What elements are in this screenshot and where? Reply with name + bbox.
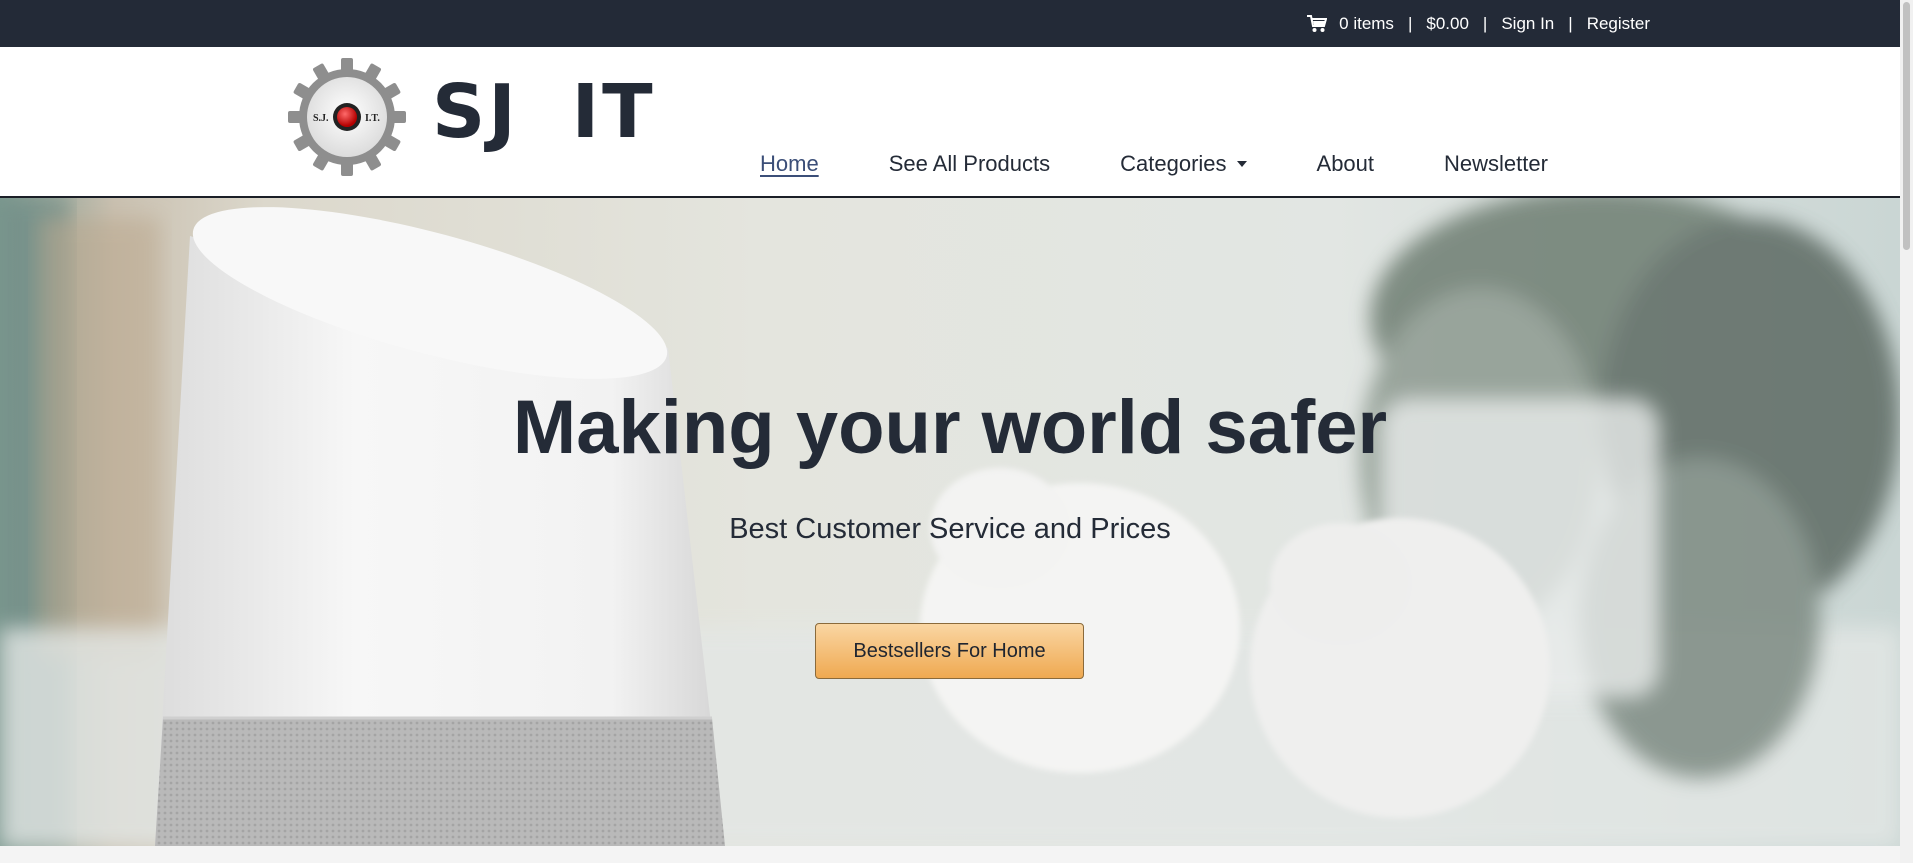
nav-newsletter[interactable]: Newsletter <box>1444 151 1548 177</box>
logo-text-right: I.T. <box>365 113 380 124</box>
hero-subtitle: Best Customer Service and Prices <box>729 513 1171 545</box>
nav-see-all-products-label: See All Products <box>888 151 1051 176</box>
separator: | <box>1568 13 1573 33</box>
hero-banner: Making your world safer Best Customer Se… <box>0 198 1900 846</box>
register-link[interactable]: Register <box>1587 14 1650 34</box>
hero-title: Making your world safer <box>512 385 1388 470</box>
page-scrollbar[interactable] <box>1900 0 1913 863</box>
brand-name[interactable]: SJ IT <box>432 69 656 155</box>
separator: | <box>1407 13 1413 33</box>
site-logo[interactable]: S.J. I.T. <box>287 57 407 177</box>
main-nav: Home See All Products Categories About N… <box>760 151 1618 177</box>
shopping-cart-icon[interactable] <box>1307 14 1328 33</box>
nav-home[interactable]: Home <box>760 151 819 177</box>
nav-see-all-products[interactable]: See All Products <box>889 151 1050 177</box>
nav-categories-dropdown[interactable]: Categories <box>1120 151 1247 177</box>
separator: | <box>1482 13 1488 33</box>
top-utility-bar: 0 items | $0.00 | Sign In | Register <box>0 0 1900 47</box>
logo-text-left: S.J. <box>313 113 329 124</box>
account-cart-links: 0 items | $0.00 | Sign In | Register <box>1307 0 1650 47</box>
nav-about-label: About <box>1316 151 1375 176</box>
bestsellers-button[interactable]: Bestsellers For Home <box>815 623 1084 679</box>
cart-total[interactable]: $0.00 <box>1426 14 1469 34</box>
nav-categories-label: Categories <box>1120 151 1227 176</box>
gear-logo-icon: S.J. I.T. <box>288 58 406 176</box>
sign-in-link[interactable]: Sign In <box>1501 14 1554 34</box>
nav-about[interactable]: About <box>1317 151 1375 177</box>
nav-newsletter-label: Newsletter <box>1444 151 1548 176</box>
site-header: S.J. I.T. SJ IT Home See All Products Ca… <box>0 47 1900 198</box>
cart-items-count[interactable]: 0 items <box>1339 14 1394 34</box>
scrollbar-thumb[interactable] <box>1903 2 1910 250</box>
caret-down-icon <box>1236 161 1247 167</box>
nav-home-label: Home <box>760 151 819 176</box>
